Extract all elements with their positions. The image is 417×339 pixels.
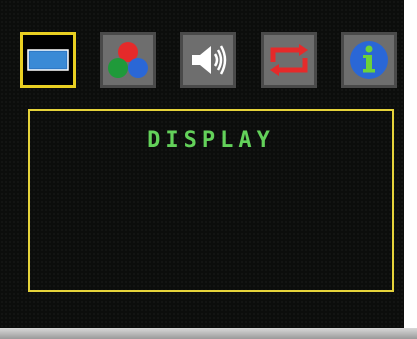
panel-title: DISPLAY <box>147 128 275 153</box>
display-icon <box>27 49 69 71</box>
input-switch-icon <box>270 44 308 76</box>
color-icon <box>108 42 148 78</box>
settings-panel: DISPLAY <box>28 109 394 292</box>
bottom-bezel <box>0 328 417 339</box>
tab-information[interactable] <box>341 32 397 88</box>
tab-color[interactable] <box>100 32 156 88</box>
tab-display[interactable] <box>20 32 76 88</box>
speaker-icon <box>192 45 227 75</box>
info-icon <box>350 41 388 79</box>
tab-audio[interactable] <box>180 32 236 88</box>
right-border <box>404 0 417 339</box>
tab-input[interactable] <box>261 32 317 88</box>
osd-screen: DISPLAY <box>0 0 404 328</box>
